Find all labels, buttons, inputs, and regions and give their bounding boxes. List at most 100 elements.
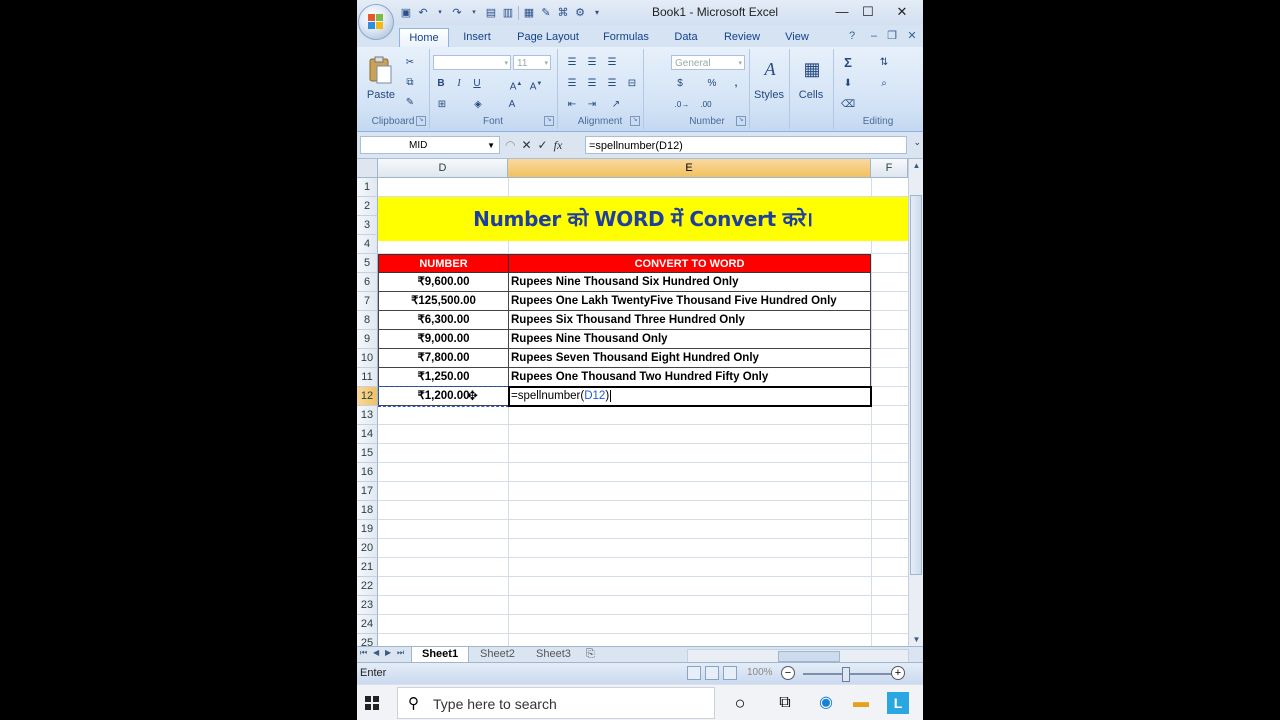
vertical-scrollbar[interactable]: ▲ ▼	[908, 159, 923, 646]
sort-filter-icon[interactable]: ⇅	[873, 55, 895, 71]
paste-button[interactable]: Paste	[363, 89, 399, 101]
copy-icon[interactable]: ⧉	[403, 75, 417, 91]
currency-button[interactable]: $	[673, 76, 687, 92]
row-header[interactable]: 13	[357, 406, 378, 425]
number-cell[interactable]: ₹1,250.00	[378, 368, 509, 387]
page-layout-view-icon[interactable]	[705, 666, 719, 680]
underline-button[interactable]: U	[471, 76, 483, 92]
row-header[interactable]: 22	[357, 577, 378, 596]
row-header[interactable]: 17	[357, 482, 378, 501]
row-header[interactable]: 11	[357, 368, 378, 387]
column-header-f[interactable]: F	[871, 159, 908, 178]
row-header[interactable]: 15	[357, 444, 378, 463]
normal-view-icon[interactable]	[687, 666, 701, 680]
minimize-button[interactable]: —	[829, 2, 855, 22]
dialog-launcher-icon[interactable]: ↘	[736, 116, 746, 126]
sheet-tab-sheet1[interactable]: Sheet1	[411, 647, 470, 663]
styles-button[interactable]: Styles	[751, 89, 787, 101]
align-top-icon[interactable]: ☰	[565, 55, 579, 71]
words-cell[interactable]: Rupees Seven Thousand Eight Hundred Only	[508, 349, 871, 368]
tab-home[interactable]: Home	[399, 28, 449, 48]
row-header[interactable]: 10	[357, 349, 378, 368]
macro-icon[interactable]: ⚙	[573, 6, 587, 20]
expand-icon[interactable]: ◠	[505, 138, 515, 152]
shrink-font-icon[interactable]: A▼	[529, 76, 543, 92]
header-convert-to-word[interactable]: CONVERT TO WORD	[508, 254, 871, 273]
merge-center-icon[interactable]: ⊟	[625, 76, 639, 92]
align-bottom-icon[interactable]: ☰	[605, 55, 619, 71]
dialog-launcher-icon[interactable]: ↘	[416, 116, 426, 126]
row-header[interactable]: 5	[357, 254, 378, 273]
first-sheet-icon[interactable]: ⏮	[360, 648, 367, 658]
format-painter-qat-icon[interactable]: ⌘	[556, 6, 570, 20]
align-middle-icon[interactable]: ☰	[585, 55, 599, 71]
tab-view[interactable]: View	[779, 28, 815, 47]
number-cell[interactable]: ₹7,800.00	[378, 349, 509, 368]
customize-qat-icon[interactable]: ▾	[590, 6, 604, 20]
row-header[interactable]: 2	[357, 197, 378, 216]
increase-indent-icon[interactable]: ⇥	[585, 97, 599, 113]
close-button[interactable]: ✕	[889, 2, 915, 22]
autosum-button[interactable]: Σ	[841, 55, 855, 71]
dialog-launcher-icon[interactable]: ↘	[544, 116, 554, 126]
app-l-icon[interactable]: L	[887, 692, 909, 714]
prev-sheet-icon[interactable]: ◀	[373, 648, 379, 657]
row-header[interactable]: 14	[357, 425, 378, 444]
windows-start-icon[interactable]	[365, 696, 379, 710]
scroll-thumb[interactable]	[778, 651, 840, 662]
ribbon-restore-icon[interactable]: ❐	[885, 29, 899, 43]
ribbon-close-icon[interactable]: ✕	[905, 29, 919, 43]
horizontal-scrollbar[interactable]	[687, 649, 909, 663]
row-header[interactable]: 1	[357, 178, 378, 197]
tab-review[interactable]: Review	[719, 28, 765, 47]
redo-dropdown-icon[interactable]: ▾	[467, 6, 481, 20]
chart-icon[interactable]: ▦	[522, 6, 536, 20]
grow-font-icon[interactable]: A▲	[509, 76, 523, 92]
row-header[interactable]: 18	[357, 501, 378, 520]
decrease-indent-icon[interactable]: ⇤	[565, 97, 579, 113]
row-header[interactable]: 8	[357, 311, 378, 330]
print-preview-icon[interactable]: ▤	[484, 6, 498, 20]
paste-icon[interactable]	[367, 55, 395, 84]
find-select-icon[interactable]: ⌕	[873, 76, 895, 92]
font-size-box[interactable]: 11 ▾	[513, 55, 551, 70]
row-header[interactable]: 12	[357, 387, 378, 406]
expand-formula-icon[interactable]: ⌄	[913, 137, 921, 148]
sheet-tab-sheet2[interactable]: Sheet2	[470, 647, 525, 662]
words-cell[interactable]: Rupees One Lakh TwentyFive Thousand Five…	[508, 292, 871, 311]
undo-icon[interactable]: ↶	[416, 6, 430, 20]
select-all-corner[interactable]	[357, 159, 378, 178]
edge-browser-icon[interactable]: ◉	[815, 692, 837, 714]
file-explorer-icon[interactable]: ▬	[850, 692, 872, 714]
row-header[interactable]: 19	[357, 520, 378, 539]
help-icon[interactable]: ?	[845, 29, 859, 43]
row-header[interactable]: 24	[357, 615, 378, 634]
row-header[interactable]: 9	[357, 330, 378, 349]
styles-icon[interactable]: A	[759, 57, 781, 81]
clear-icon[interactable]: ⌫	[841, 97, 855, 113]
format-painter-icon[interactable]: ✎	[403, 95, 417, 111]
number-cell[interactable]: ₹9,600.00	[378, 273, 509, 292]
row-header[interactable]: 21	[357, 558, 378, 577]
row-header[interactable]: 16	[357, 463, 378, 482]
cells-button[interactable]: Cells	[793, 89, 829, 101]
scroll-up-icon[interactable]: ▲	[911, 161, 922, 170]
maximize-button[interactable]: ☐	[855, 2, 881, 22]
insert-sheet-icon[interactable]: ⎘	[582, 647, 599, 662]
undo-dropdown-icon[interactable]: ▾	[433, 6, 447, 20]
quick-print-icon[interactable]: ▥	[501, 6, 515, 20]
formula-input[interactable]: =spellnumber(D12)	[585, 136, 907, 154]
row-header[interactable]: 4	[357, 235, 378, 254]
comma-button[interactable]: ,	[729, 76, 743, 92]
tab-formulas[interactable]: Formulas	[597, 28, 655, 47]
cells-icon[interactable]: ▦	[801, 57, 823, 81]
last-sheet-icon[interactable]: ⏭	[397, 648, 404, 658]
name-box[interactable]: MID ▼	[360, 136, 500, 154]
words-cell[interactable]: Rupees Six Thousand Three Hundred Only	[508, 311, 871, 330]
tab-insert[interactable]: Insert	[455, 28, 499, 47]
number-cell[interactable]: ₹125,500.00	[378, 292, 509, 311]
row-header[interactable]: 23	[357, 596, 378, 615]
fill-color-icon[interactable]: ◈	[471, 97, 485, 113]
align-center-icon[interactable]: ☰	[585, 76, 599, 92]
align-left-icon[interactable]: ☰	[565, 76, 579, 92]
